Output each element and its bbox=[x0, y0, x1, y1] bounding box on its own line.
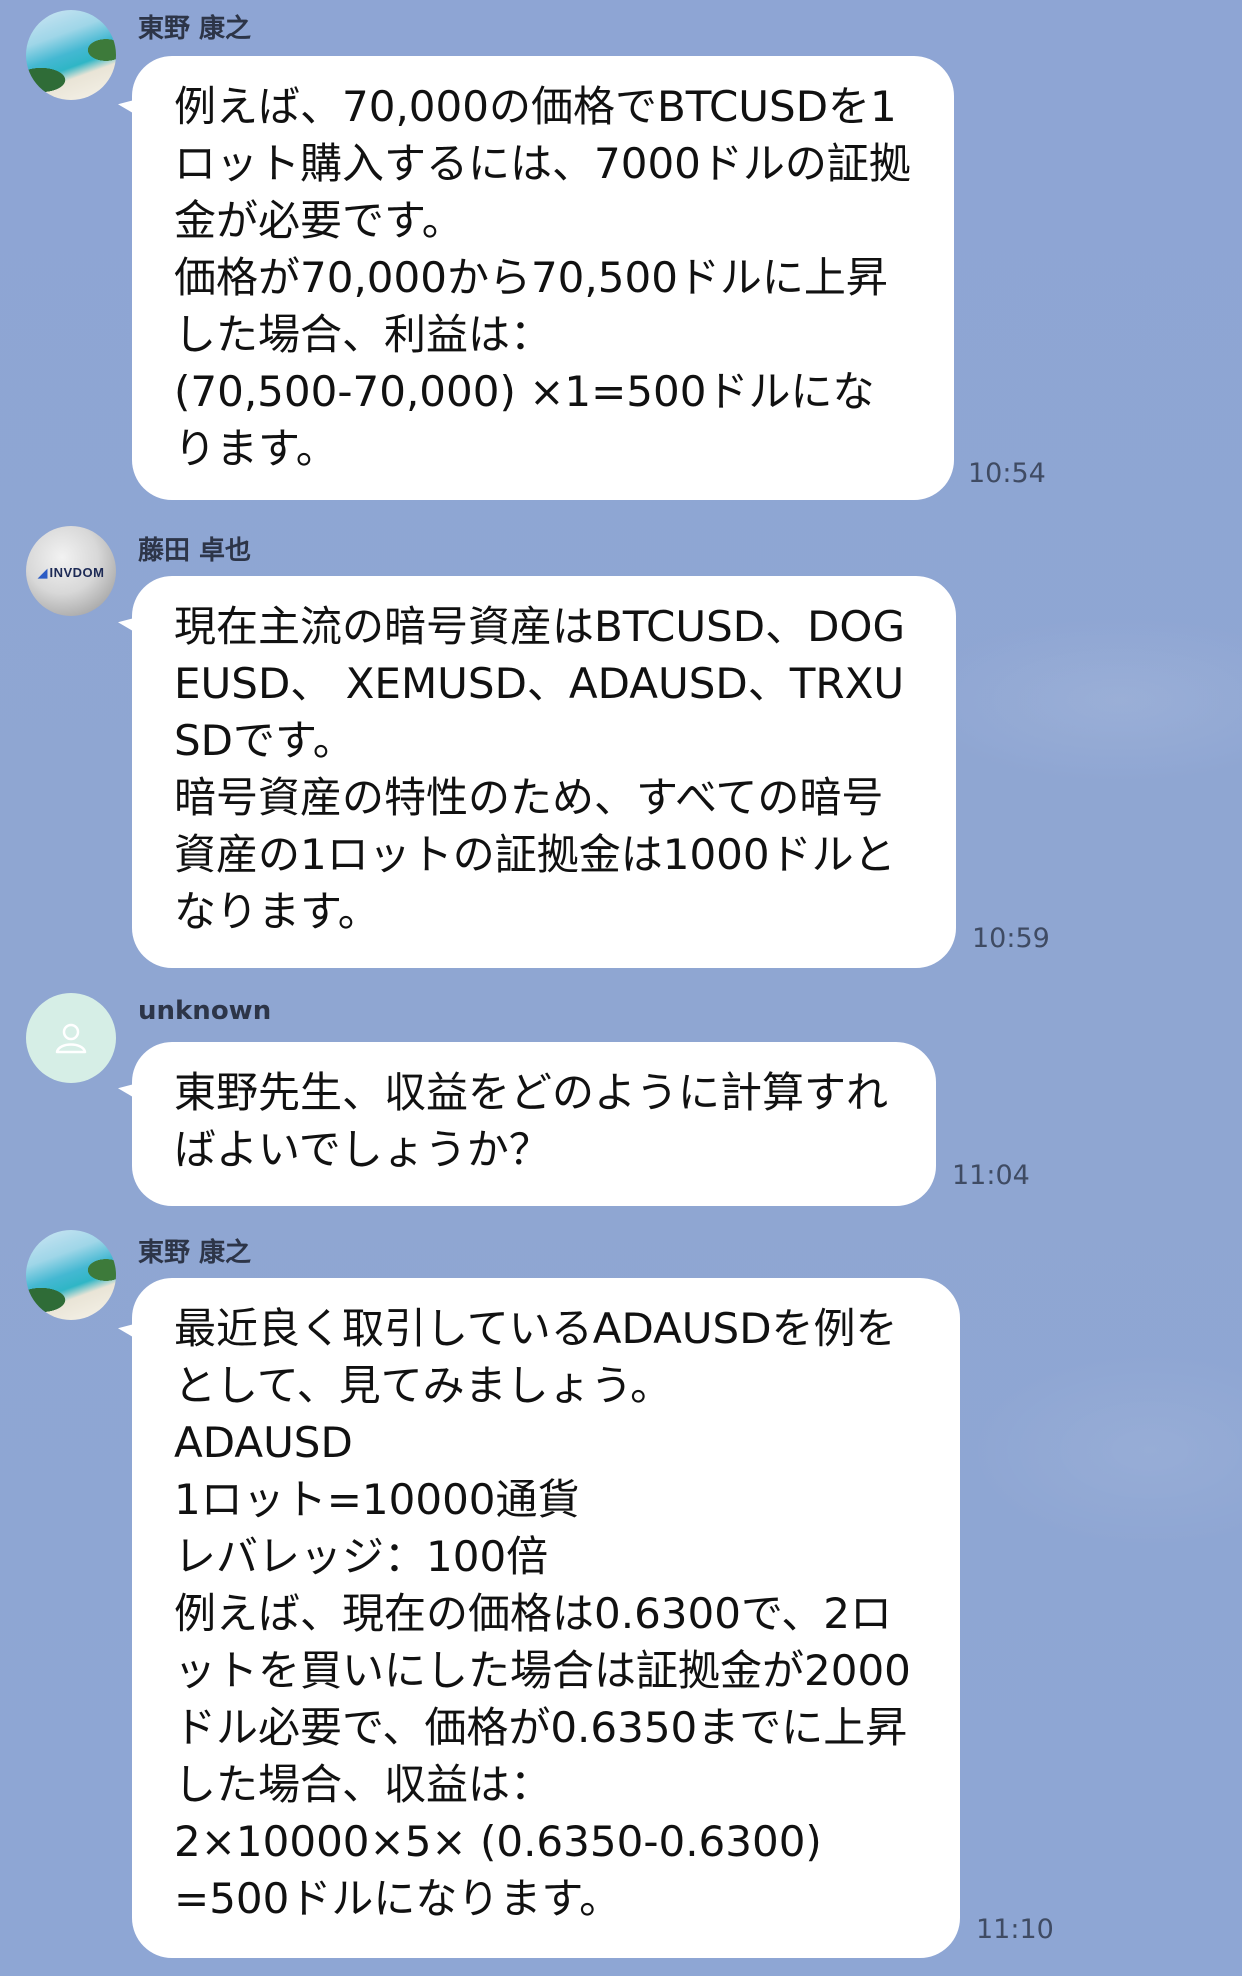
invdom-logo-avatar[interactable]: ◢ INVDOM bbox=[26, 526, 116, 616]
sender-name: unknown bbox=[138, 996, 272, 1026]
message-time: 10:59 bbox=[972, 923, 1050, 954]
sender-name: 東野 康之 bbox=[138, 14, 252, 44]
message-time: 11:10 bbox=[976, 1914, 1054, 1945]
message-bubble[interactable]: 例えば、70,000の価格でBTCUSDを1ロット購入するには、7000ドルの証… bbox=[132, 56, 954, 500]
message-bubble[interactable]: 最近良く取引しているADAUSDを例をとして、見てみましょう。 ADAUSD 1… bbox=[132, 1278, 960, 1958]
person-icon bbox=[55, 1023, 87, 1054]
sender-avatar[interactable] bbox=[26, 1230, 116, 1320]
default-user-avatar[interactable] bbox=[26, 993, 116, 1083]
invdom-logo-icon: ◢ INVDOM bbox=[37, 564, 105, 581]
message-time: 11:04 bbox=[952, 1160, 1030, 1191]
message-time: 10:54 bbox=[968, 458, 1046, 489]
message-bubble[interactable]: 現在主流の暗号資産はBTCUSD、DOGEUSD、 XEMUSD、ADAUSD、… bbox=[132, 576, 956, 968]
sender-name: 藤田 卓也 bbox=[138, 536, 252, 566]
sender-avatar[interactable] bbox=[26, 10, 116, 100]
sender-name: 東野 康之 bbox=[138, 1238, 252, 1268]
message-bubble[interactable]: 東野先生、収益をどのように計算すればよいでしょうか？ bbox=[132, 1042, 936, 1206]
